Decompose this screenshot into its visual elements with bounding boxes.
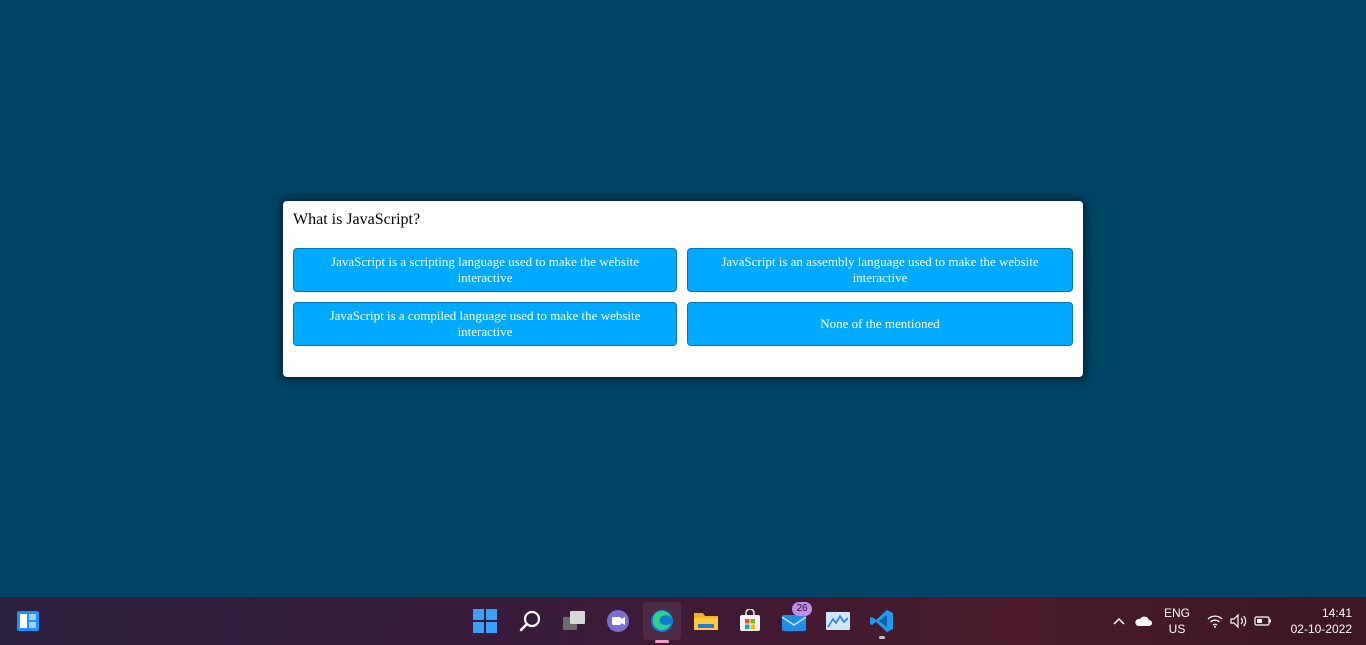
file-explorer-icon[interactable] (690, 605, 722, 637)
language-secondary[interactable]: US (1160, 621, 1194, 637)
answer-grid: JavaScript is a scripting language used … (293, 248, 1073, 346)
volume-icon[interactable] (1229, 611, 1249, 631)
answer-button-3[interactable]: JavaScript is a compiled language used t… (293, 302, 677, 346)
running-app-indicator (879, 636, 885, 639)
clock-date[interactable]: 02-10-2022 (1280, 621, 1352, 637)
answer-button-1[interactable]: JavaScript is a scripting language used … (293, 248, 677, 292)
quiz-card: What is JavaScript? JavaScript is a scri… (283, 201, 1083, 377)
photos-icon[interactable] (822, 605, 854, 637)
microsoft-store-icon[interactable] (734, 605, 766, 637)
vscode-icon[interactable] (866, 605, 898, 639)
windows-start-icon[interactable] (469, 605, 501, 637)
answer-button-4[interactable]: None of the mentioned (687, 302, 1073, 346)
battery-icon[interactable] (1253, 611, 1273, 631)
chat-icon[interactable] (602, 605, 634, 637)
edge-browser-icon[interactable] (643, 602, 681, 643)
language-primary[interactable]: ENG (1160, 605, 1194, 621)
mail-notification-badge: 26 (792, 602, 812, 616)
widgets-icon[interactable] (12, 605, 44, 637)
active-app-indicator (655, 640, 669, 643)
taskbar: 26 ENG US 14:41 02-10-2022 (0, 597, 1366, 645)
wifi-icon[interactable] (1205, 611, 1225, 631)
mail-icon[interactable]: 26 (778, 602, 812, 637)
onedrive-cloud-icon[interactable] (1133, 611, 1153, 631)
answer-button-2[interactable]: JavaScript is an assembly language used … (687, 248, 1073, 292)
task-view-icon[interactable] (558, 605, 590, 637)
clock-time[interactable]: 14:41 (1280, 605, 1352, 621)
show-hidden-icons-chevron-icon[interactable] (1109, 611, 1129, 631)
question-text: What is JavaScript? (293, 211, 421, 228)
search-icon[interactable] (514, 605, 546, 637)
